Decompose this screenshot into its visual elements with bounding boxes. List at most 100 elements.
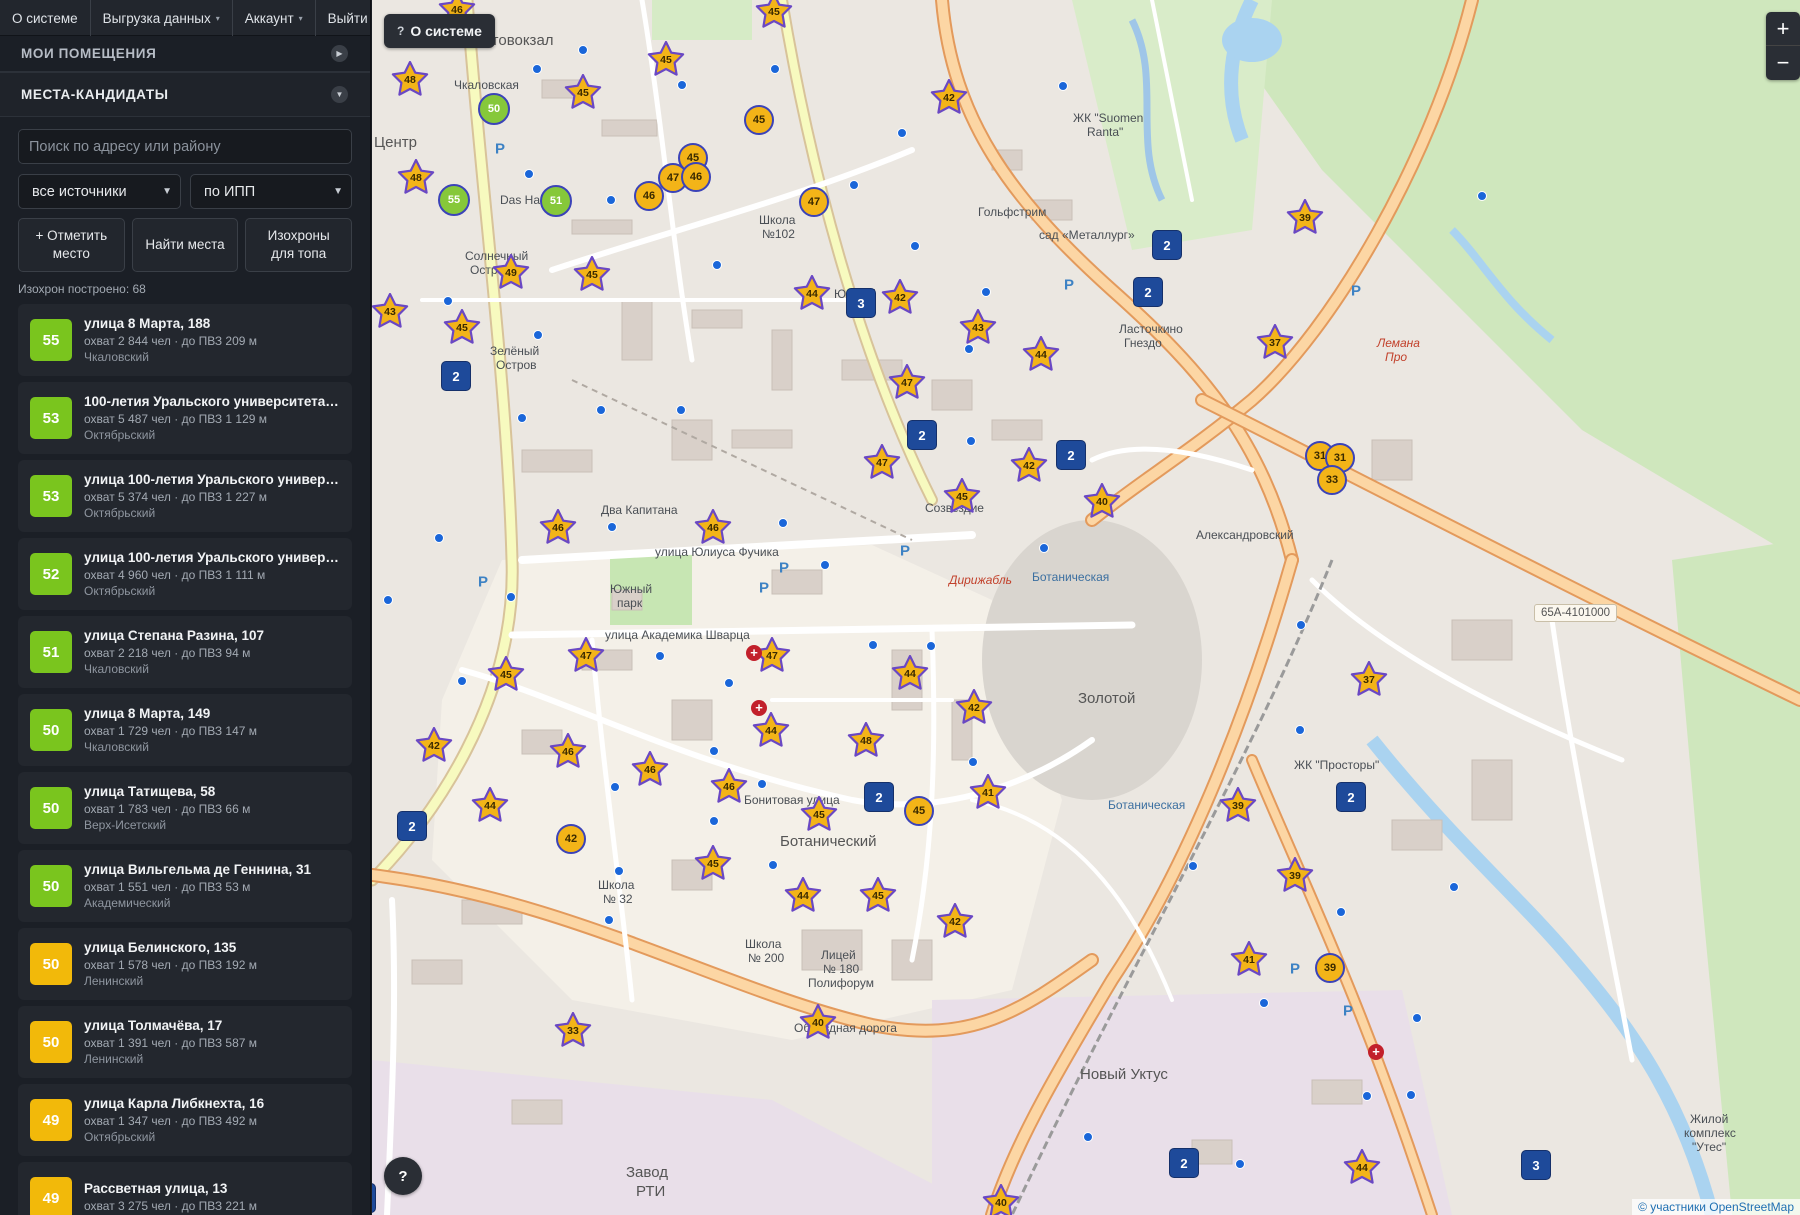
pickup-point-dot[interactable] [1336,907,1346,917]
star-marker[interactable]: 44 [1022,336,1060,374]
pickup-point-dot[interactable] [926,641,936,651]
star-marker[interactable]: 45 [943,478,981,516]
star-marker[interactable]: 40 [982,1184,1020,1215]
circle-marker[interactable]: 45 [904,796,934,826]
pickup-point-dot[interactable] [655,651,665,661]
pickup-point-dot[interactable] [1235,1159,1245,1169]
pickup-point-dot[interactable] [1477,191,1487,201]
pickup-point-dot[interactable] [604,915,614,925]
pickup-point-dot[interactable] [676,405,686,415]
circle-marker[interactable]: 51 [540,185,572,217]
pickup-point-dot[interactable] [709,746,719,756]
pickup-point-dot[interactable] [578,45,588,55]
pickup-point-dot[interactable] [607,522,617,532]
pickup-point-dot[interactable] [1406,1090,1416,1100]
star-marker[interactable]: 43 [372,293,409,331]
star-marker[interactable]: 46 [549,733,587,771]
pickup-point-dot[interactable] [724,678,734,688]
pickup-point-dot[interactable] [677,80,687,90]
star-marker[interactable]: 48 [397,159,435,197]
cluster-marker[interactable]: 2 [907,420,937,450]
star-marker[interactable]: 41 [969,774,1007,812]
section-my-premises[interactable]: МОИ ПОМЕЩЕНИЯ ▶ [0,36,370,72]
star-marker[interactable]: 39 [1219,787,1257,825]
pickup-point-dot[interactable] [770,64,780,74]
pickup-point-dot[interactable] [1188,861,1198,871]
pickup-point-dot[interactable] [1295,725,1305,735]
help-button[interactable]: ? [384,1157,422,1195]
cluster-marker[interactable]: 3 [1521,1150,1551,1180]
cluster-marker[interactable]: 2 [441,361,471,391]
candidate-card[interactable]: 50 улица Вильгельма де Геннина, 31 охват 1… [18,850,352,922]
pickup-point-dot[interactable] [596,405,606,415]
pickup-point-dot[interactable] [1412,1013,1422,1023]
about-button[interactable]: ? О системе [384,14,495,48]
pickup-point-dot[interactable] [1449,882,1459,892]
pickup-point-dot[interactable] [1058,81,1068,91]
cluster-marker[interactable]: 3 [846,288,876,318]
section-candidates[interactable]: МЕСТА-КАНДИДАТЫ ▼ [0,72,370,117]
pickup-point-dot[interactable] [964,344,974,354]
star-marker[interactable]: 45 [859,877,897,915]
circle-marker[interactable]: 47 [799,187,829,217]
zoom-out-button[interactable]: − [1766,46,1800,80]
star-marker[interactable]: 46 [710,768,748,806]
star-marker[interactable]: 46 [694,509,732,547]
chevron-right-icon[interactable]: ▶ [331,45,348,62]
star-marker[interactable]: 46 [539,509,577,547]
candidate-card[interactable]: 51 улица Степана Разина, 107 охват 2 218 ч… [18,616,352,688]
candidate-card[interactable]: 53 улица 100-летия Уральского универси...… [18,460,352,532]
pickup-point-dot[interactable] [606,195,616,205]
pickup-point-dot[interactable] [457,676,467,686]
star-marker[interactable]: 45 [800,796,838,834]
star-marker[interactable]: 43 [959,309,997,347]
star-marker[interactable]: 45 [694,845,732,883]
pickup-point-dot[interactable] [517,413,527,423]
star-marker[interactable]: 37 [1350,661,1388,699]
pickup-point-dot[interactable] [1083,1132,1093,1142]
nav-logout[interactable]: Выйти [316,0,370,36]
cluster-marker[interactable]: 2 [1152,230,1182,260]
circle-marker[interactable]: 42 [556,824,586,854]
star-marker[interactable]: 47 [888,364,926,402]
pickup-point-dot[interactable] [966,436,976,446]
star-marker[interactable]: 42 [955,689,993,727]
star-marker[interactable]: 44 [752,712,790,750]
mark-place-button[interactable]: + Отметить место [18,218,125,272]
star-marker[interactable]: 44 [891,655,929,693]
pickup-point-dot[interactable] [968,757,978,767]
pickup-point-dot[interactable] [383,595,393,605]
star-marker[interactable]: 39 [1286,199,1324,237]
star-marker[interactable]: 42 [930,79,968,117]
candidate-card[interactable]: 49 Рассветная улица, 13 охват 3 275 чел · … [18,1162,352,1215]
star-marker[interactable]: 42 [936,903,974,941]
cluster-marker[interactable]: 2 [864,782,894,812]
sort-select[interactable]: по ИПП ▼ [190,174,352,209]
pickup-point-dot[interactable] [868,640,878,650]
pickup-point-dot[interactable] [533,330,543,340]
nav-export[interactable]: Выгрузка данных ▾ [91,0,233,36]
candidate-card[interactable]: 52 улица 100-летия Уральского универси...… [18,538,352,610]
candidate-card[interactable]: 49 улица Карла Либкнехта, 16 охват 1 347 ч… [18,1084,352,1156]
star-marker[interactable]: 44 [471,787,509,825]
circle-marker[interactable]: 33 [1317,465,1347,495]
circle-marker[interactable]: 55 [438,184,470,216]
pickup-point-dot[interactable] [820,560,830,570]
star-marker[interactable]: 44 [793,275,831,313]
map[interactable]: Автовокзал Чкаловская Центр Das Haus Солнечн… [372,0,1800,1215]
candidate-card[interactable]: 55 улица 8 Марта, 188 охват 2 844 чел · до… [18,304,352,376]
candidate-card[interactable]: 53 100-летия Уральского университета, 6/2… [18,382,352,454]
pickup-point-dot[interactable] [778,518,788,528]
star-marker[interactable]: 48 [391,61,429,99]
pickup-point-dot[interactable] [614,866,624,876]
isochrones-button[interactable]: Изохроны для топа [245,218,353,272]
pickup-point-dot[interactable] [981,287,991,297]
cluster-marker[interactable]: 2 [397,811,427,841]
star-marker[interactable]: 41 [1230,941,1268,979]
pickup-point-dot[interactable] [1259,998,1269,1008]
pickup-point-dot[interactable] [443,296,453,306]
cluster-marker[interactable]: 2 [1056,440,1086,470]
star-marker[interactable]: 40 [799,1004,837,1042]
pickup-point-dot[interactable] [434,533,444,543]
pickup-point-dot[interactable] [532,64,542,74]
